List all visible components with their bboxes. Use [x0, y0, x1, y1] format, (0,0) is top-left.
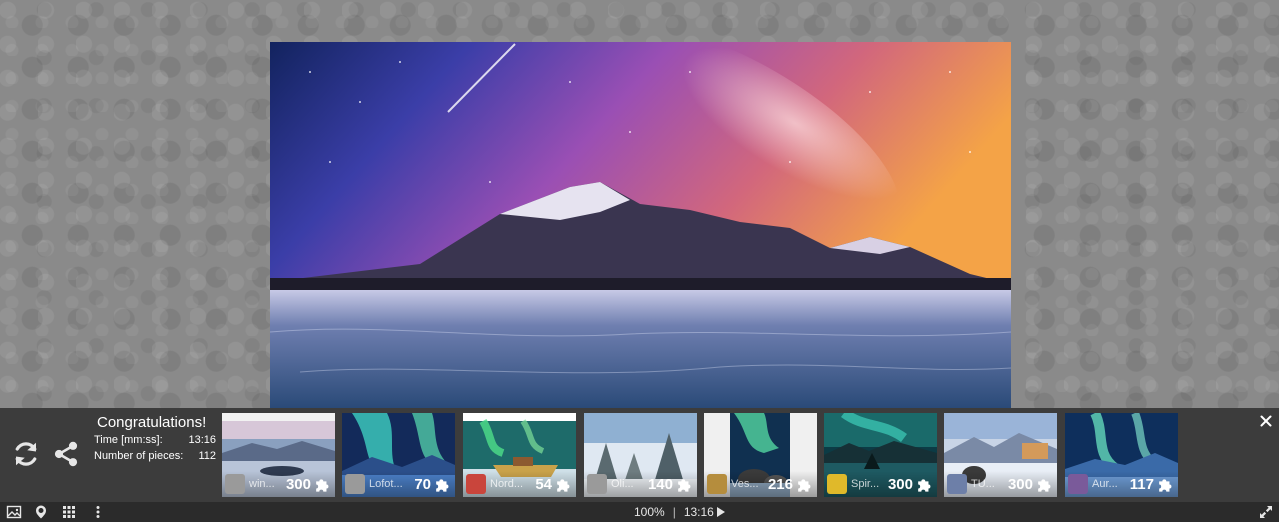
ghost-image-icon[interactable]	[33, 504, 49, 520]
puzzle-name: Lofot...	[369, 478, 403, 490]
avatar	[466, 474, 486, 494]
puzzle-piece-icon	[557, 478, 570, 492]
avatar	[827, 474, 847, 494]
completion-panel: Congratulations! Time [mm:ss]: 13:16 Num…	[0, 408, 1279, 502]
puzzle-name: Ves...	[731, 478, 759, 490]
pieces-label: Number of pieces:	[94, 450, 184, 462]
time-row: Time [mm:ss]: 13:16	[94, 432, 216, 448]
puzzle-thumbnail[interactable]: Spir... 300	[824, 413, 937, 497]
puzzle-name: Spir...	[851, 478, 880, 490]
piece-count: 300	[1007, 475, 1033, 493]
thumbnail-meta: win... 300	[222, 471, 335, 497]
puzzle-piece-icon	[678, 478, 691, 492]
thumbnail-meta: Ves... 216	[704, 471, 817, 497]
timer: 13:16	[683, 505, 714, 519]
puzzle-piece-icon	[436, 478, 449, 492]
puzzle-name: Oli...	[611, 478, 634, 490]
thumbnail-meta: Nord... 54	[463, 471, 576, 497]
piece-count: 70	[414, 475, 431, 493]
piece-count: 54	[535, 475, 552, 493]
image-icon[interactable]	[6, 504, 22, 520]
puzzle-name: TU...	[971, 478, 995, 490]
completed-puzzle-image	[270, 42, 1011, 408]
piece-count: 300	[285, 475, 311, 493]
puzzle-thumbnail[interactable]: Oli... 140	[584, 413, 697, 497]
refresh-icon[interactable]	[10, 438, 42, 470]
more-menu-icon[interactable]	[90, 504, 106, 520]
congratulations-box: Congratulations! Time [mm:ss]: 13:16 Num…	[94, 414, 216, 464]
congratulations-title: Congratulations!	[97, 414, 207, 431]
thumbnail-meta: Aur... 117	[1065, 471, 1178, 497]
thumbnail-meta: TU... 300	[944, 471, 1057, 497]
fullscreen-icon[interactable]	[1258, 504, 1274, 520]
piece-count: 140	[647, 475, 673, 493]
share-icon[interactable]	[50, 438, 82, 470]
puzzle-piece-icon	[1159, 478, 1172, 492]
avatar	[225, 474, 245, 494]
puzzle-thumbnail[interactable]: Ves... 216	[704, 413, 817, 497]
separator: |	[672, 505, 676, 519]
avatar	[587, 474, 607, 494]
piece-count: 216	[767, 475, 793, 493]
puzzle-thumbnail[interactable]: TU... 300	[944, 413, 1057, 497]
puzzle-name: Nord...	[490, 478, 524, 490]
avatar	[345, 474, 365, 494]
puzzle-name: Aur...	[1092, 478, 1118, 490]
avatar	[947, 474, 967, 494]
avatar	[707, 474, 727, 494]
pieces-value: 112	[198, 450, 216, 462]
pieces-row: Number of pieces: 112	[94, 448, 216, 464]
time-value: 13:16	[188, 434, 216, 446]
close-icon[interactable]	[1259, 414, 1273, 428]
puzzle-thumbnail[interactable]: Aur... 117	[1065, 413, 1178, 497]
piece-count: 300	[887, 475, 913, 493]
puzzle-piece-icon	[798, 478, 811, 492]
puzzle-thumbnail[interactable]: win... 300	[222, 413, 335, 497]
zoom-timer: 100% | 13:16	[634, 505, 725, 519]
puzzle-thumbnail[interactable]: Nord... 54	[463, 413, 576, 497]
avatar	[1068, 474, 1088, 494]
puzzle-name: win...	[249, 478, 275, 490]
puzzle-piece-icon	[918, 478, 931, 492]
zoom-level[interactable]: 100%	[634, 505, 665, 519]
thumbnail-meta: Spir... 300	[824, 471, 937, 497]
play-icon[interactable]	[716, 507, 725, 517]
thumbnail-meta: Oli... 140	[584, 471, 697, 497]
status-bar: 100% | 13:16	[0, 502, 1279, 522]
grid-icon[interactable]	[61, 504, 77, 520]
puzzle-thumbnail[interactable]: Lofot... 70	[342, 413, 455, 497]
puzzle-board[interactable]	[0, 0, 1279, 408]
piece-count: 117	[1129, 475, 1154, 493]
time-label: Time [mm:ss]:	[94, 434, 163, 446]
puzzle-piece-icon	[316, 478, 329, 492]
puzzle-piece-icon	[1038, 478, 1051, 492]
thumbnail-meta: Lofot... 70	[342, 471, 455, 497]
